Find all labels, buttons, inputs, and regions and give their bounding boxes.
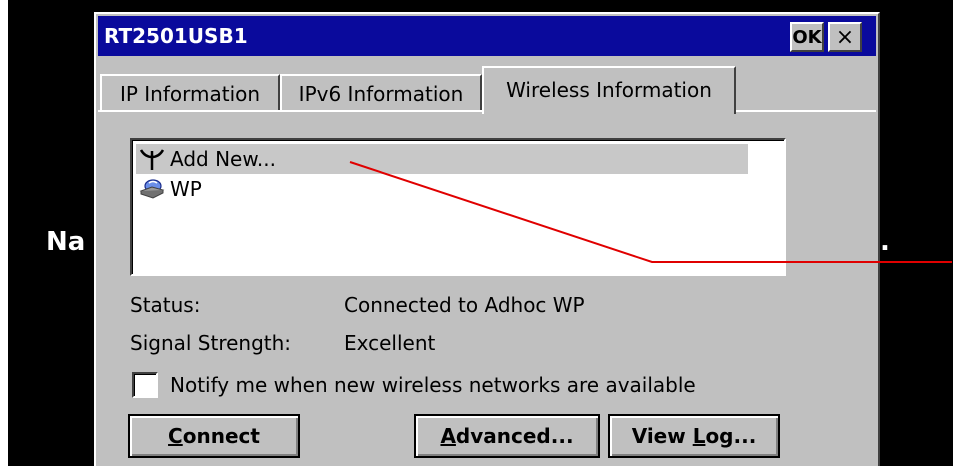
list-item-add-new[interactable]: Add New... xyxy=(136,144,748,174)
advanced-button[interactable]: Advanced... xyxy=(414,414,600,458)
connect-button[interactable]: Connect xyxy=(128,414,300,458)
background-text-right: . xyxy=(880,227,890,257)
background-text-left: Na xyxy=(46,227,86,257)
tab-ipv6-information[interactable]: IPv6 Information xyxy=(280,74,482,112)
network-list[interactable]: Add New... WP xyxy=(130,138,786,276)
view-log-button[interactable]: View Log... xyxy=(608,414,780,458)
notify-checkbox-label[interactable]: Notify me when new wireless networks are… xyxy=(170,372,696,398)
window-title: RT2501USB1 xyxy=(104,24,248,48)
view-log-label-rest: og... xyxy=(705,424,757,448)
tab-ip-information[interactable]: IP Information xyxy=(100,74,280,112)
antenna-icon xyxy=(139,149,165,170)
list-item-label: WP xyxy=(170,177,202,201)
advanced-label-rest: dvanced... xyxy=(455,424,574,448)
tab-strip: IP Information IPv6 Information Wireless… xyxy=(96,64,878,114)
ok-button[interactable]: OK xyxy=(790,22,824,52)
tab-wireless-information[interactable]: Wireless Information xyxy=(482,66,736,114)
list-item-wp[interactable]: WP xyxy=(136,174,748,204)
adhoc-network-icon xyxy=(139,179,165,199)
view-log-accelerator: L xyxy=(692,424,706,448)
wireless-properties-dialog: RT2501USB1 OK × IP Information IPv6 Info… xyxy=(94,12,880,466)
status-value: Connected to Adhoc WP xyxy=(344,293,585,317)
title-bar[interactable]: RT2501USB1 OK × xyxy=(98,16,876,56)
signal-strength-value: Excellent xyxy=(344,331,436,355)
notify-checkbox[interactable] xyxy=(132,372,158,398)
view-log-label-pre: View xyxy=(631,424,693,448)
advanced-accelerator: A xyxy=(440,424,456,448)
tab-divider xyxy=(736,110,876,112)
list-item-label: Add New... xyxy=(170,147,276,171)
tab-divider xyxy=(98,110,484,112)
connect-label-rest: onnect xyxy=(182,424,260,448)
connect-accelerator: C xyxy=(168,424,183,448)
signal-strength-label: Signal Strength: xyxy=(130,331,292,355)
status-label: Status: xyxy=(130,293,201,317)
close-button[interactable]: × xyxy=(828,22,862,52)
